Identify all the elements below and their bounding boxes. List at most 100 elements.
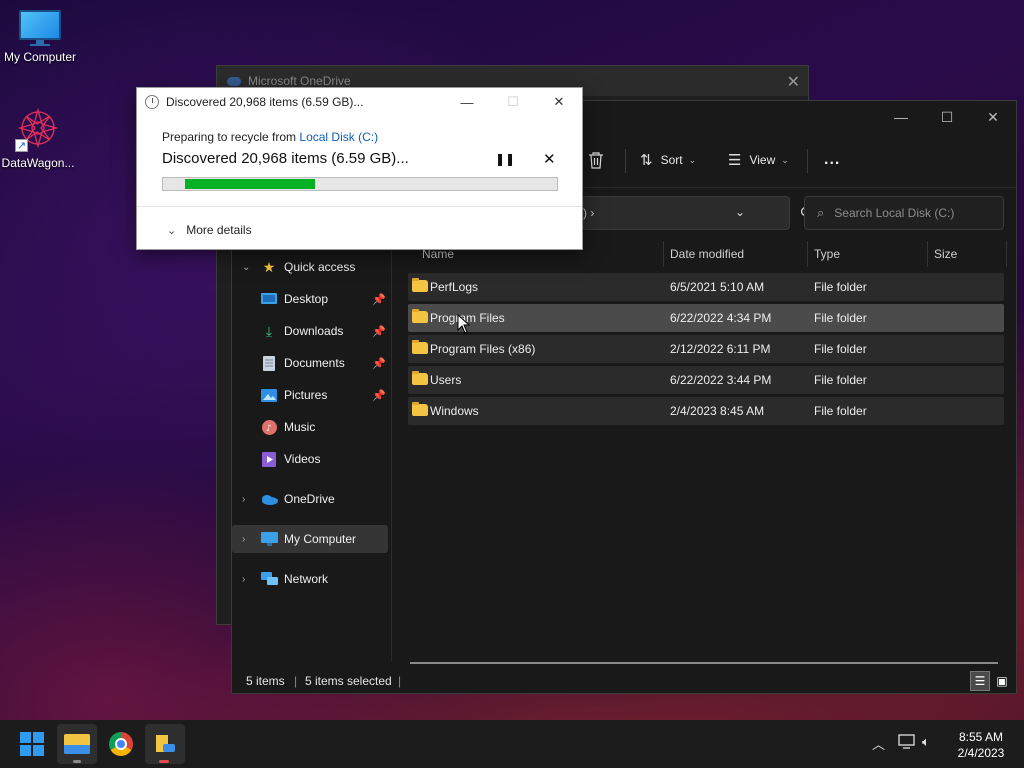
table-row[interactable]: Windows 2/4/2023 8:45 AM File folder [408,397,1004,425]
close-button[interactable]: ✕ [536,88,582,116]
desktop-icon [260,291,278,307]
search-icon: ⌕ [817,205,825,220]
chevron-right-icon[interactable]: › [242,494,252,505]
address-bar[interactable]: ) › ⌄ ⟳ [582,196,813,230]
nav-label: Videos [284,452,321,466]
pin-icon[interactable]: 📌 [372,325,386,338]
taskbar-file-explorer[interactable] [57,724,97,764]
preparing-label: Preparing to recycle from [162,130,297,144]
close-button[interactable]: ✕ [970,101,1016,133]
pin-icon[interactable]: 📌 [372,357,386,370]
nav-label: Quick access [284,260,356,274]
maximize-button[interactable]: ☐ [924,101,970,133]
view-button[interactable]: ☰ View ⌄ [728,147,789,173]
chevron-down-icon[interactable]: ⌄ [242,262,252,273]
file-date: 6/5/2021 5:10 AM [670,280,765,294]
status-item-count: 5 items [246,674,285,688]
show-hidden-icons-chevron-icon[interactable]: ︿ [872,734,885,753]
star-icon: ★ [262,258,276,275]
monitor-icon [19,10,61,46]
taskbar-file-transfer[interactable] [145,724,185,764]
nav-label: Downloads [284,324,344,338]
desktop-icon-my-computer[interactable]: My Computer [0,10,80,64]
network-status-icon[interactable] [898,734,916,750]
column-header-size[interactable]: Size [934,247,957,261]
pause-button[interactable]: ❚❚ [495,152,515,166]
column-header-date[interactable]: Date modified [670,247,744,261]
taskbar-chrome[interactable] [101,724,141,764]
view-label: View [749,153,776,167]
close-icon[interactable]: ✕ [787,72,800,92]
view-icon: ☰ [728,152,742,169]
start-icon [20,732,44,756]
clock-time: 8:55 AM [958,730,1004,744]
start-button[interactable] [12,724,52,764]
dialog-title: Discovered 20,968 items (6.59 GB)... [166,95,364,109]
folder-icon [412,340,428,354]
onedrive-cloud-icon [227,76,241,86]
file-date: 2/4/2023 8:45 AM [670,404,765,418]
system-clock[interactable]: 8:55 AM 2/4/2023 [954,729,1008,761]
nav-label: OneDrive [284,492,335,506]
horizontal-scrollbar[interactable] [410,662,998,664]
nav-item-music[interactable]: ♪ Music [232,413,388,441]
file-name: PerfLogs [430,280,479,294]
folder-icon [412,309,428,323]
pin-icon[interactable]: 📌 [372,389,386,402]
nav-my-computer[interactable]: › My Computer [232,525,388,553]
table-row[interactable]: Program Files 6/22/2022 4:34 PM File fol… [408,304,1004,332]
nav-item-videos[interactable]: Videos [232,445,388,473]
more-details-toggle[interactable]: ⌄ More details [167,223,252,237]
desktop-icon-label: My Computer [3,50,77,64]
navigation-pane: ⌄ ★ Quick access Desktop 📌 ⤓ Downloads 📌… [232,241,392,661]
nav-quick-access[interactable]: ⌄ ★ Quick access [232,253,388,281]
clock-date: 2/4/2023 [957,746,1005,760]
table-row[interactable]: Program Files (x86) 2/12/2022 6:11 PM Fi… [408,335,1004,363]
pin-icon[interactable]: 📌 [372,293,386,306]
nav-label: Desktop [284,292,329,306]
file-transfer-icon [156,735,175,752]
file-date: 6/22/2022 4:34 PM [670,311,772,325]
source-link[interactable]: Local Disk (C:) [299,130,378,144]
file-name: Windows [430,404,479,418]
nav-item-desktop[interactable]: Desktop 📌 [232,285,388,313]
nav-item-documents[interactable]: Documents 📌 [232,349,388,377]
chrome-icon [109,732,133,756]
details-view-icon[interactable]: ☰ [970,671,990,691]
chevron-down-icon: ⌄ [781,154,789,165]
nav-item-downloads[interactable]: ⤓ Downloads 📌 [232,317,388,345]
file-type: File folder [814,404,867,418]
nav-item-pictures[interactable]: Pictures 📌 [232,381,388,409]
clock-icon [145,95,159,109]
tiles-view-icon[interactable]: ▣ [992,671,1012,691]
recycle-progress-dialog[interactable]: Discovered 20,968 items (6.59 GB)... — ☐… [136,87,583,250]
datawagon-logo-icon: ↗ [15,106,61,152]
chevron-down-icon[interactable]: ⌄ [735,205,745,219]
nav-label: Pictures [284,388,328,402]
column-header-type[interactable]: Type [814,247,840,261]
chevron-right-icon[interactable]: › [242,574,252,585]
see-more-button[interactable]: ... [824,147,840,173]
nav-network[interactable]: › Network [232,565,388,593]
volume-icon[interactable]: 🔈︎ [922,734,930,750]
status-bar: 5 items | 5 items selected | ☰ ▣ [232,669,1016,693]
nav-onedrive[interactable]: › OneDrive [232,485,388,513]
search-input[interactable]: ⌕ Search Local Disk (C:) [804,196,1004,230]
folder-icon [412,402,428,416]
folder-icon [412,371,428,385]
chevron-down-icon: ⌄ [688,154,697,165]
table-row[interactable]: PerfLogs 6/5/2021 5:10 AM File folder [408,273,1004,301]
taskbar: ︿ 🔈︎ 8:55 AM 2/4/2023 [0,720,1024,768]
minimize-button[interactable]: — [444,88,490,116]
chevron-right-icon[interactable]: › [242,534,252,545]
table-row[interactable]: Users 6/22/2022 3:44 PM File folder [408,366,1004,394]
status-selected-count: 5 items selected [305,674,392,688]
nav-label: Documents [284,356,345,370]
cancel-button[interactable]: ✕ [543,150,556,168]
desktop-icon-datawagon[interactable]: ↗ DataWagon... [0,106,78,170]
dialog-headline: Discovered 20,968 items (6.59 GB)... [162,150,409,167]
delete-button[interactable] [588,147,604,173]
minimize-button[interactable]: — [878,101,924,133]
sort-button[interactable]: ⇅ Sort ⌄ [640,147,696,173]
computer-icon [260,531,278,547]
